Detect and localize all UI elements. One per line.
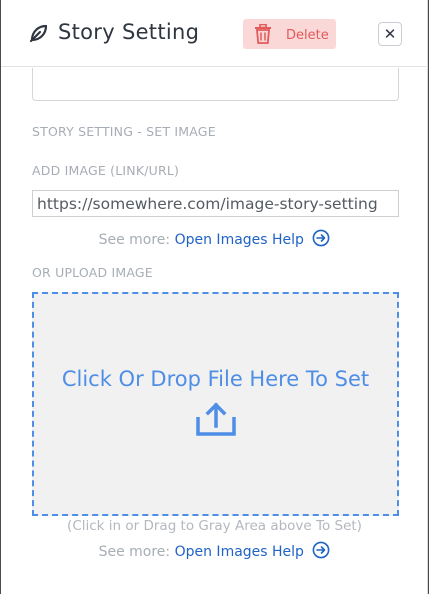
open-images-help-link[interactable]: Open Images Help [175,544,304,560]
upload-icon [196,402,236,436]
trash-icon [255,24,271,44]
previous-field[interactable] [32,68,399,101]
section-heading: STORY SETTING - SET IMAGE [32,124,216,139]
see-more-help-bottom: See more: Open Images Help [1,541,428,560]
upload-image-label: OR UPLOAD IMAGE [32,265,153,280]
delete-button-label: Delete [286,28,329,43]
modal-header: Story Setting Delete ✕ [1,0,428,67]
see-more-prefix: See more: [98,232,171,248]
edit-icon [29,24,48,43]
drop-zone-hint: (Click in or Drag to Gray Area above To … [67,518,362,534]
close-icon: ✕ [383,25,397,43]
modal-title: Story Setting [58,20,200,44]
open-images-help-link[interactable]: Open Images Help [175,232,304,248]
story-setting-modal: Story Setting Delete ✕ STORY SETTING - S… [1,0,428,594]
add-image-label: ADD IMAGE (LINK/URL) [32,163,180,178]
file-drop-zone[interactable]: Click Or Drop File Here To Set [32,292,399,516]
see-more-prefix: See more: [98,544,171,560]
arrow-circle-right-icon[interactable] [312,541,330,559]
see-more-help: See more: Open Images Help [1,229,428,248]
arrow-circle-right-icon[interactable] [312,229,330,247]
image-url-input[interactable] [32,190,399,217]
close-button[interactable]: ✕ [378,22,402,46]
drop-zone-text: Click Or Drop File Here To Set [61,367,370,391]
delete-button[interactable]: Delete [243,19,336,49]
